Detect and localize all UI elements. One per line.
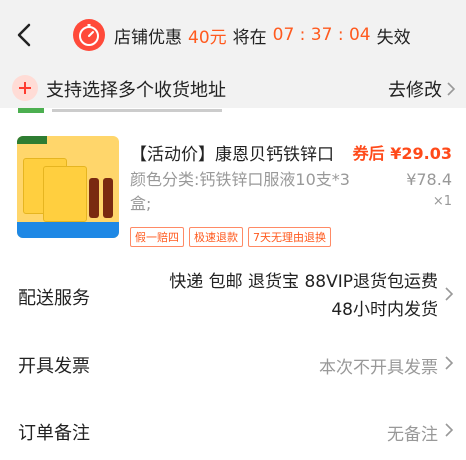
order-note-label: 订单备注 [18,423,90,444]
coupon-price: 券后 ¥29.03 [352,144,452,163]
chevron-right-icon [447,82,456,96]
chevron-right-icon[interactable] [444,422,454,438]
shipping-line-1: 快递 包邮 退货宝 88VIP退货包运费 [169,272,438,292]
invoice-label: 开具发票 [18,356,90,377]
modify-address-label: 去修改 [388,80,442,101]
promo-countdown: 店铺优惠 40元 将在 07 : 37 : 04 失效 [72,16,411,54]
badge-fake-compensation: 假一赔四 [130,227,184,247]
promo-label: 店铺优惠 [114,27,182,48]
quantity: ×1 [432,194,452,209]
service-badges: 假一赔四 极速退款 7天无理由退换 [130,227,336,247]
address-notice: 支持选择多个收货地址 [46,80,226,101]
shop-name-cropped [52,109,222,112]
product-box [43,166,87,222]
shipping-line-2: 48小时内发货 [331,300,438,320]
countdown-time: 07 : 37 : 04 [272,25,371,45]
product-bottle [89,178,99,218]
promo-amount: 40元 [188,27,227,48]
product-image[interactable] [17,136,119,238]
original-price: ¥78.4 [406,170,452,189]
product-image-banner [17,222,119,238]
badge-7day-return: 7天无理由退换 [248,227,331,247]
product-image-logo [17,136,47,144]
promo-middle-text: 将在 [232,27,267,48]
shipping-label: 配送服务 [18,288,90,309]
plus-icon[interactable] [12,75,38,101]
product-bottle [103,178,113,218]
product-title[interactable]: 【活动价】康恩贝钙铁锌口 [130,140,340,165]
expire-text: 失效 [376,27,411,48]
shop-header-strip [0,108,466,116]
chevron-right-icon[interactable] [444,286,454,302]
chevron-right-icon[interactable] [444,355,454,371]
shop-tag [18,108,44,113]
shipping-details[interactable]: 快递 包邮 退货宝 88VIP退货包运费 48小时内发货 [118,268,438,324]
stopwatch-icon [73,19,105,51]
order-note-value[interactable]: 无备注 [387,420,438,445]
product-sku[interactable]: 颜色分类:钙铁锌口服液10支*3盒; [130,168,350,216]
back-icon[interactable] [10,20,40,50]
badge-fast-refund: 极速退款 [189,227,243,247]
invoice-value[interactable]: 本次不开具发票 [319,353,438,378]
modify-address-button[interactable]: 去修改 [388,76,456,102]
